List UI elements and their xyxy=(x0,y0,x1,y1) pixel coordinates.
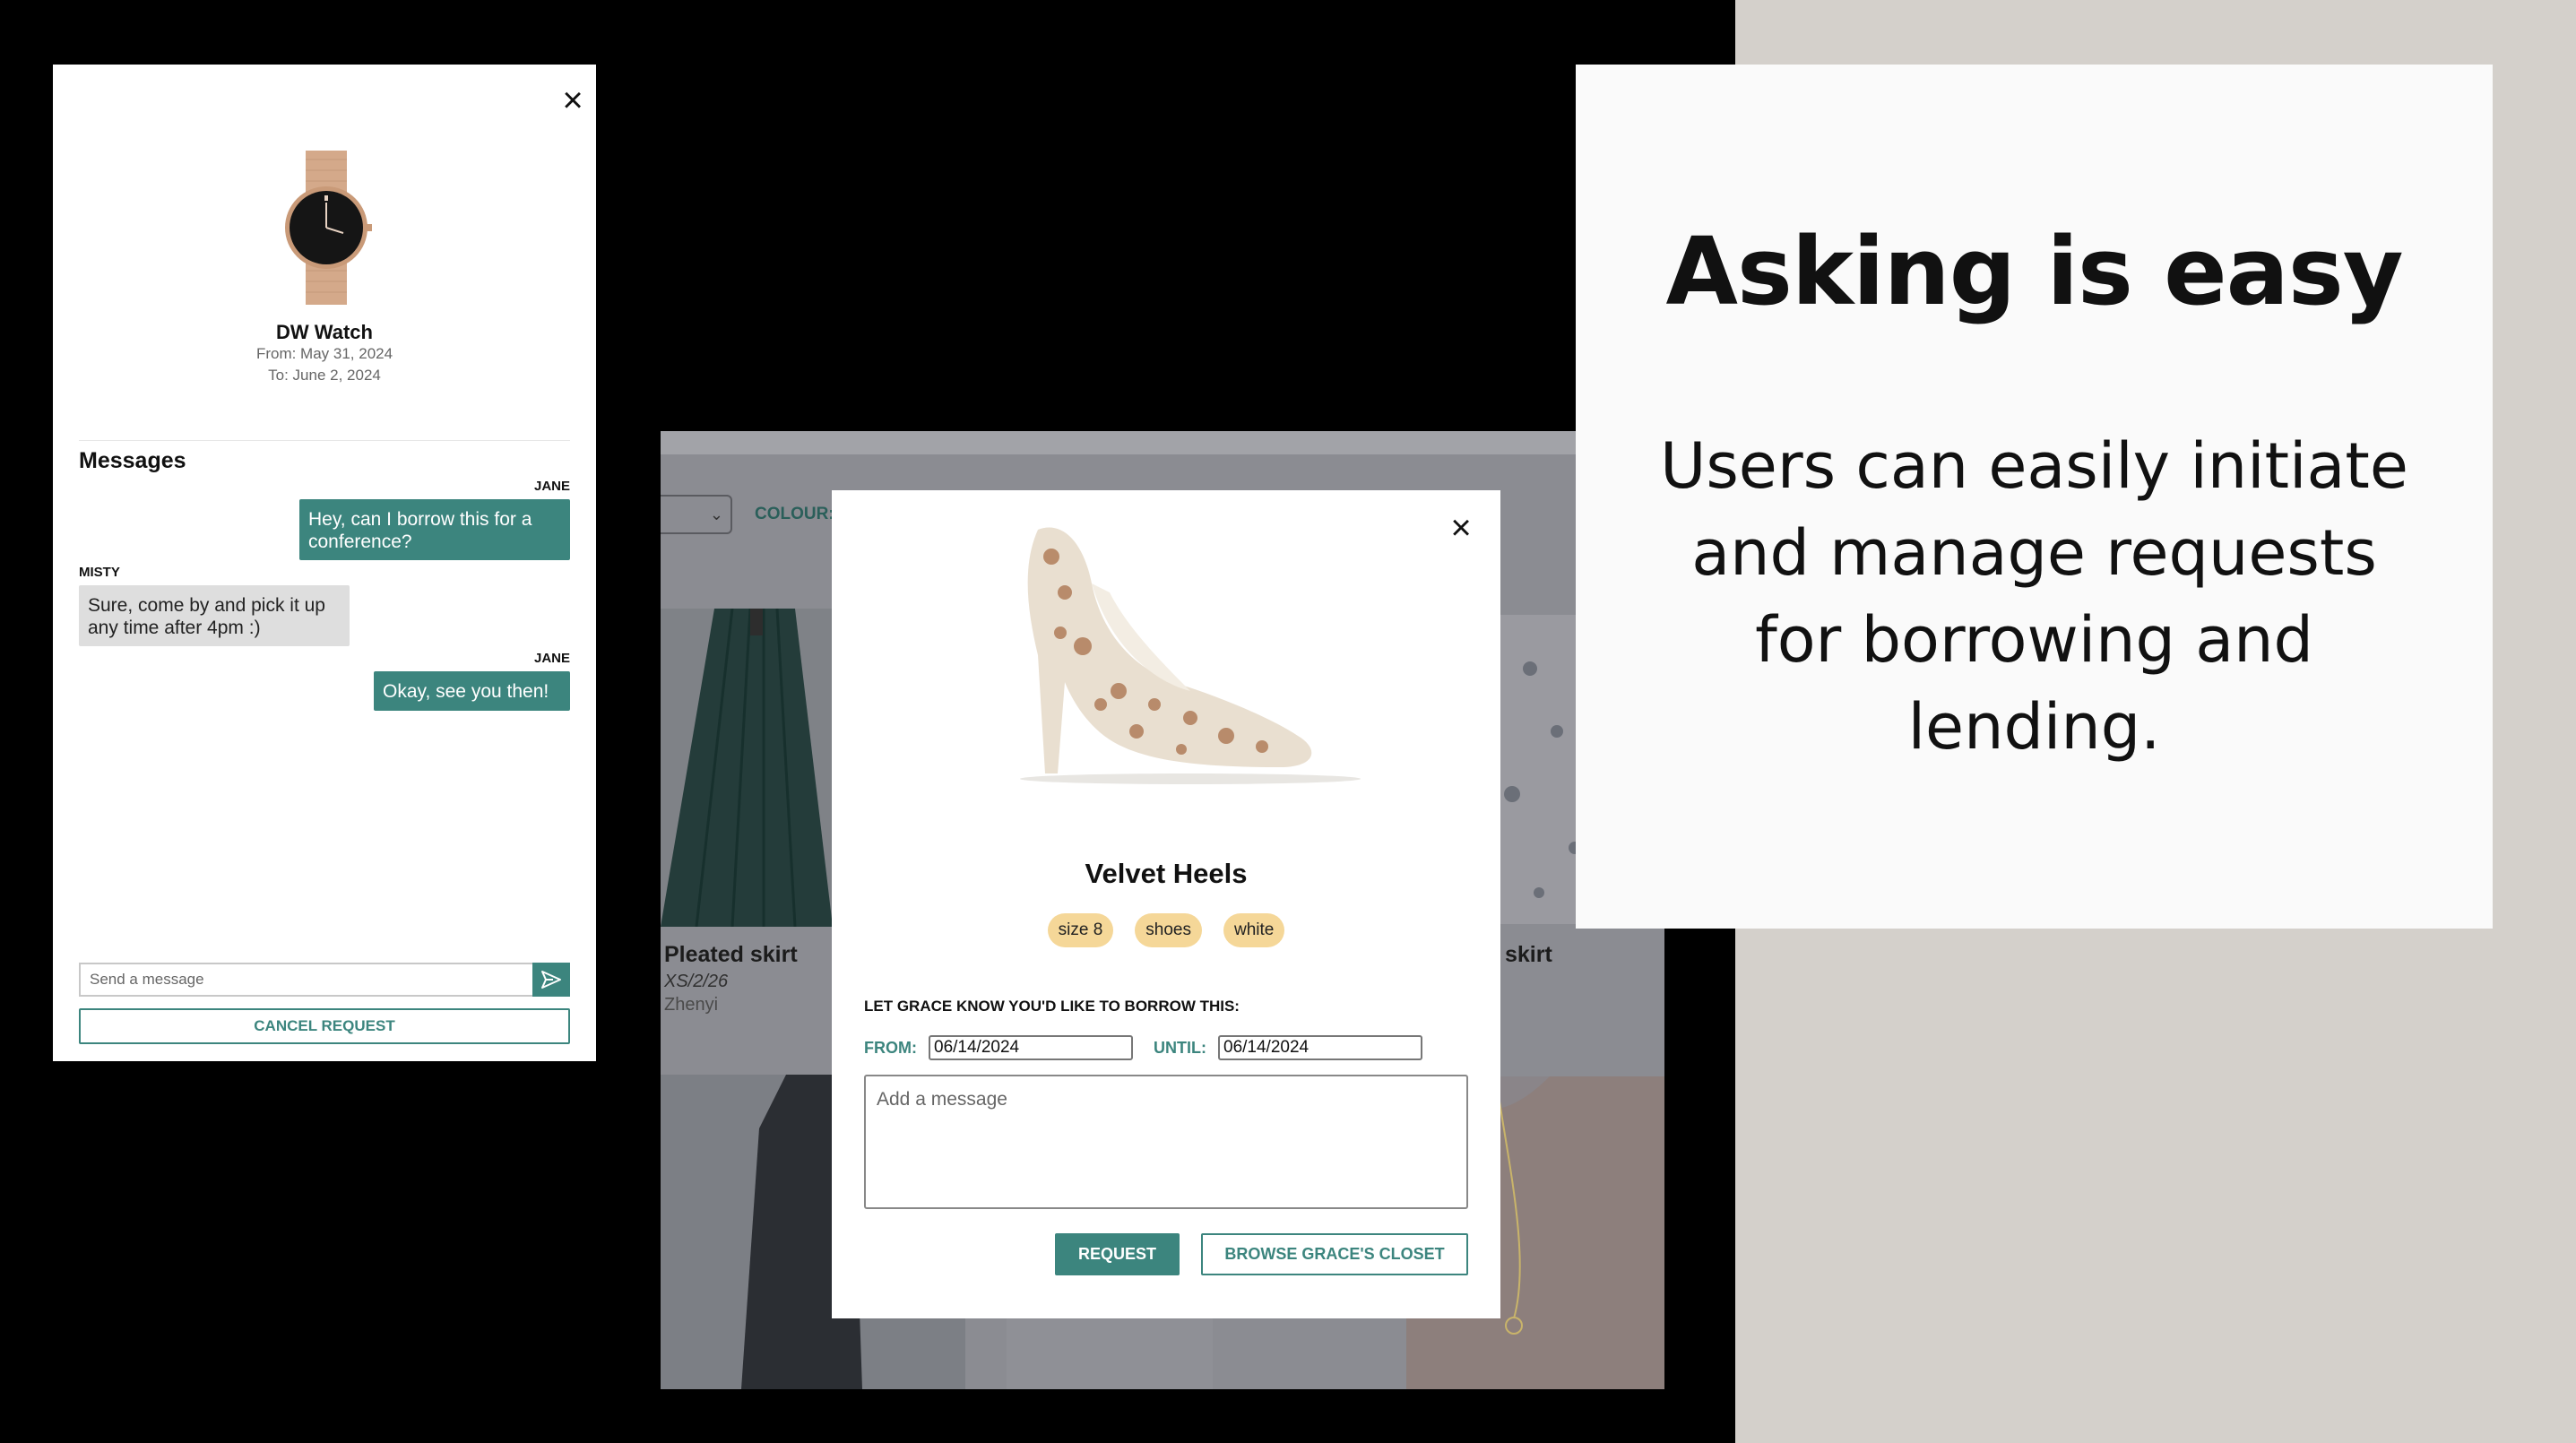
tag-category: shoes xyxy=(1135,913,1202,947)
borrow-request-modal: × Velvet Heels size 8 shoes white LET GR… xyxy=(832,490,1500,1318)
from-date: From: May 31, 2024 xyxy=(255,345,393,362)
request-button[interactable]: REQUEST xyxy=(1055,1233,1180,1275)
message-sender: JANE xyxy=(533,479,570,494)
tag-colour: white xyxy=(1223,913,1285,947)
closet-item-title[interactable]: Pleated skirt xyxy=(664,942,798,968)
colour-filter-label: COLOUR: xyxy=(755,505,834,523)
send-icon xyxy=(541,971,561,989)
from-date-input[interactable]: 06/14/2024 xyxy=(929,1035,1133,1060)
messages-heading: Messages xyxy=(79,448,186,473)
browse-closet-button[interactable]: BROWSE GRACE'S CLOSET xyxy=(1201,1233,1468,1275)
message-bubble-outgoing: Hey, can I borrow this for a conference? xyxy=(299,499,570,560)
send-button[interactable] xyxy=(532,963,570,997)
request-panel: × DW Watch From: May 31, 2024 To: June 2… xyxy=(53,65,596,1061)
message-input[interactable]: Send a message xyxy=(79,963,533,997)
pleated-skirt-image xyxy=(661,609,833,927)
message-sender: JANE xyxy=(533,651,570,666)
tag-list: size 8 shoes white xyxy=(832,913,1500,947)
modal-item-title: Velvet Heels xyxy=(1085,858,1248,889)
closet-item-title[interactable]: skirt xyxy=(1505,942,1552,968)
message-sender: MISTY xyxy=(79,565,120,580)
divider xyxy=(79,440,570,441)
until-label: UNTIL: xyxy=(1154,1039,1206,1057)
to-date: To: June 2, 2024 xyxy=(268,367,381,384)
close-icon[interactable]: × xyxy=(553,81,592,120)
closet-item-size: XS/2/26 xyxy=(664,972,729,991)
closet-top-bar xyxy=(661,431,1664,454)
cancel-request-button[interactable]: CANCEL REQUEST xyxy=(79,1008,570,1044)
description: Users can easily initiate and manage req… xyxy=(1660,429,2408,764)
message-textarea[interactable]: Add a message xyxy=(864,1075,1468,1209)
closet-item-owner: Zhenyi xyxy=(664,995,719,1015)
tag-size: size 8 xyxy=(1047,913,1114,947)
close-icon[interactable]: × xyxy=(1441,508,1481,548)
from-label: FROM: xyxy=(864,1039,917,1057)
velvet-heels-image xyxy=(1020,527,1361,784)
headline: Asking is easy xyxy=(1665,217,2403,326)
item-title: DW Watch xyxy=(276,321,373,343)
filter-select[interactable]: ⌄ xyxy=(661,495,732,534)
borrow-prompt: LET GRACE KNOW YOU'D LIKE TO BORROW THIS… xyxy=(864,998,1240,1015)
message-bubble-outgoing: Okay, see you then! xyxy=(374,671,570,711)
info-card: Asking is easy Users can easily initiate… xyxy=(1576,65,2493,929)
until-date-input[interactable]: 06/14/2024 xyxy=(1218,1035,1422,1060)
watch-image xyxy=(285,151,372,305)
message-bubble-incoming: Sure, come by and pick it up any time af… xyxy=(79,585,350,646)
